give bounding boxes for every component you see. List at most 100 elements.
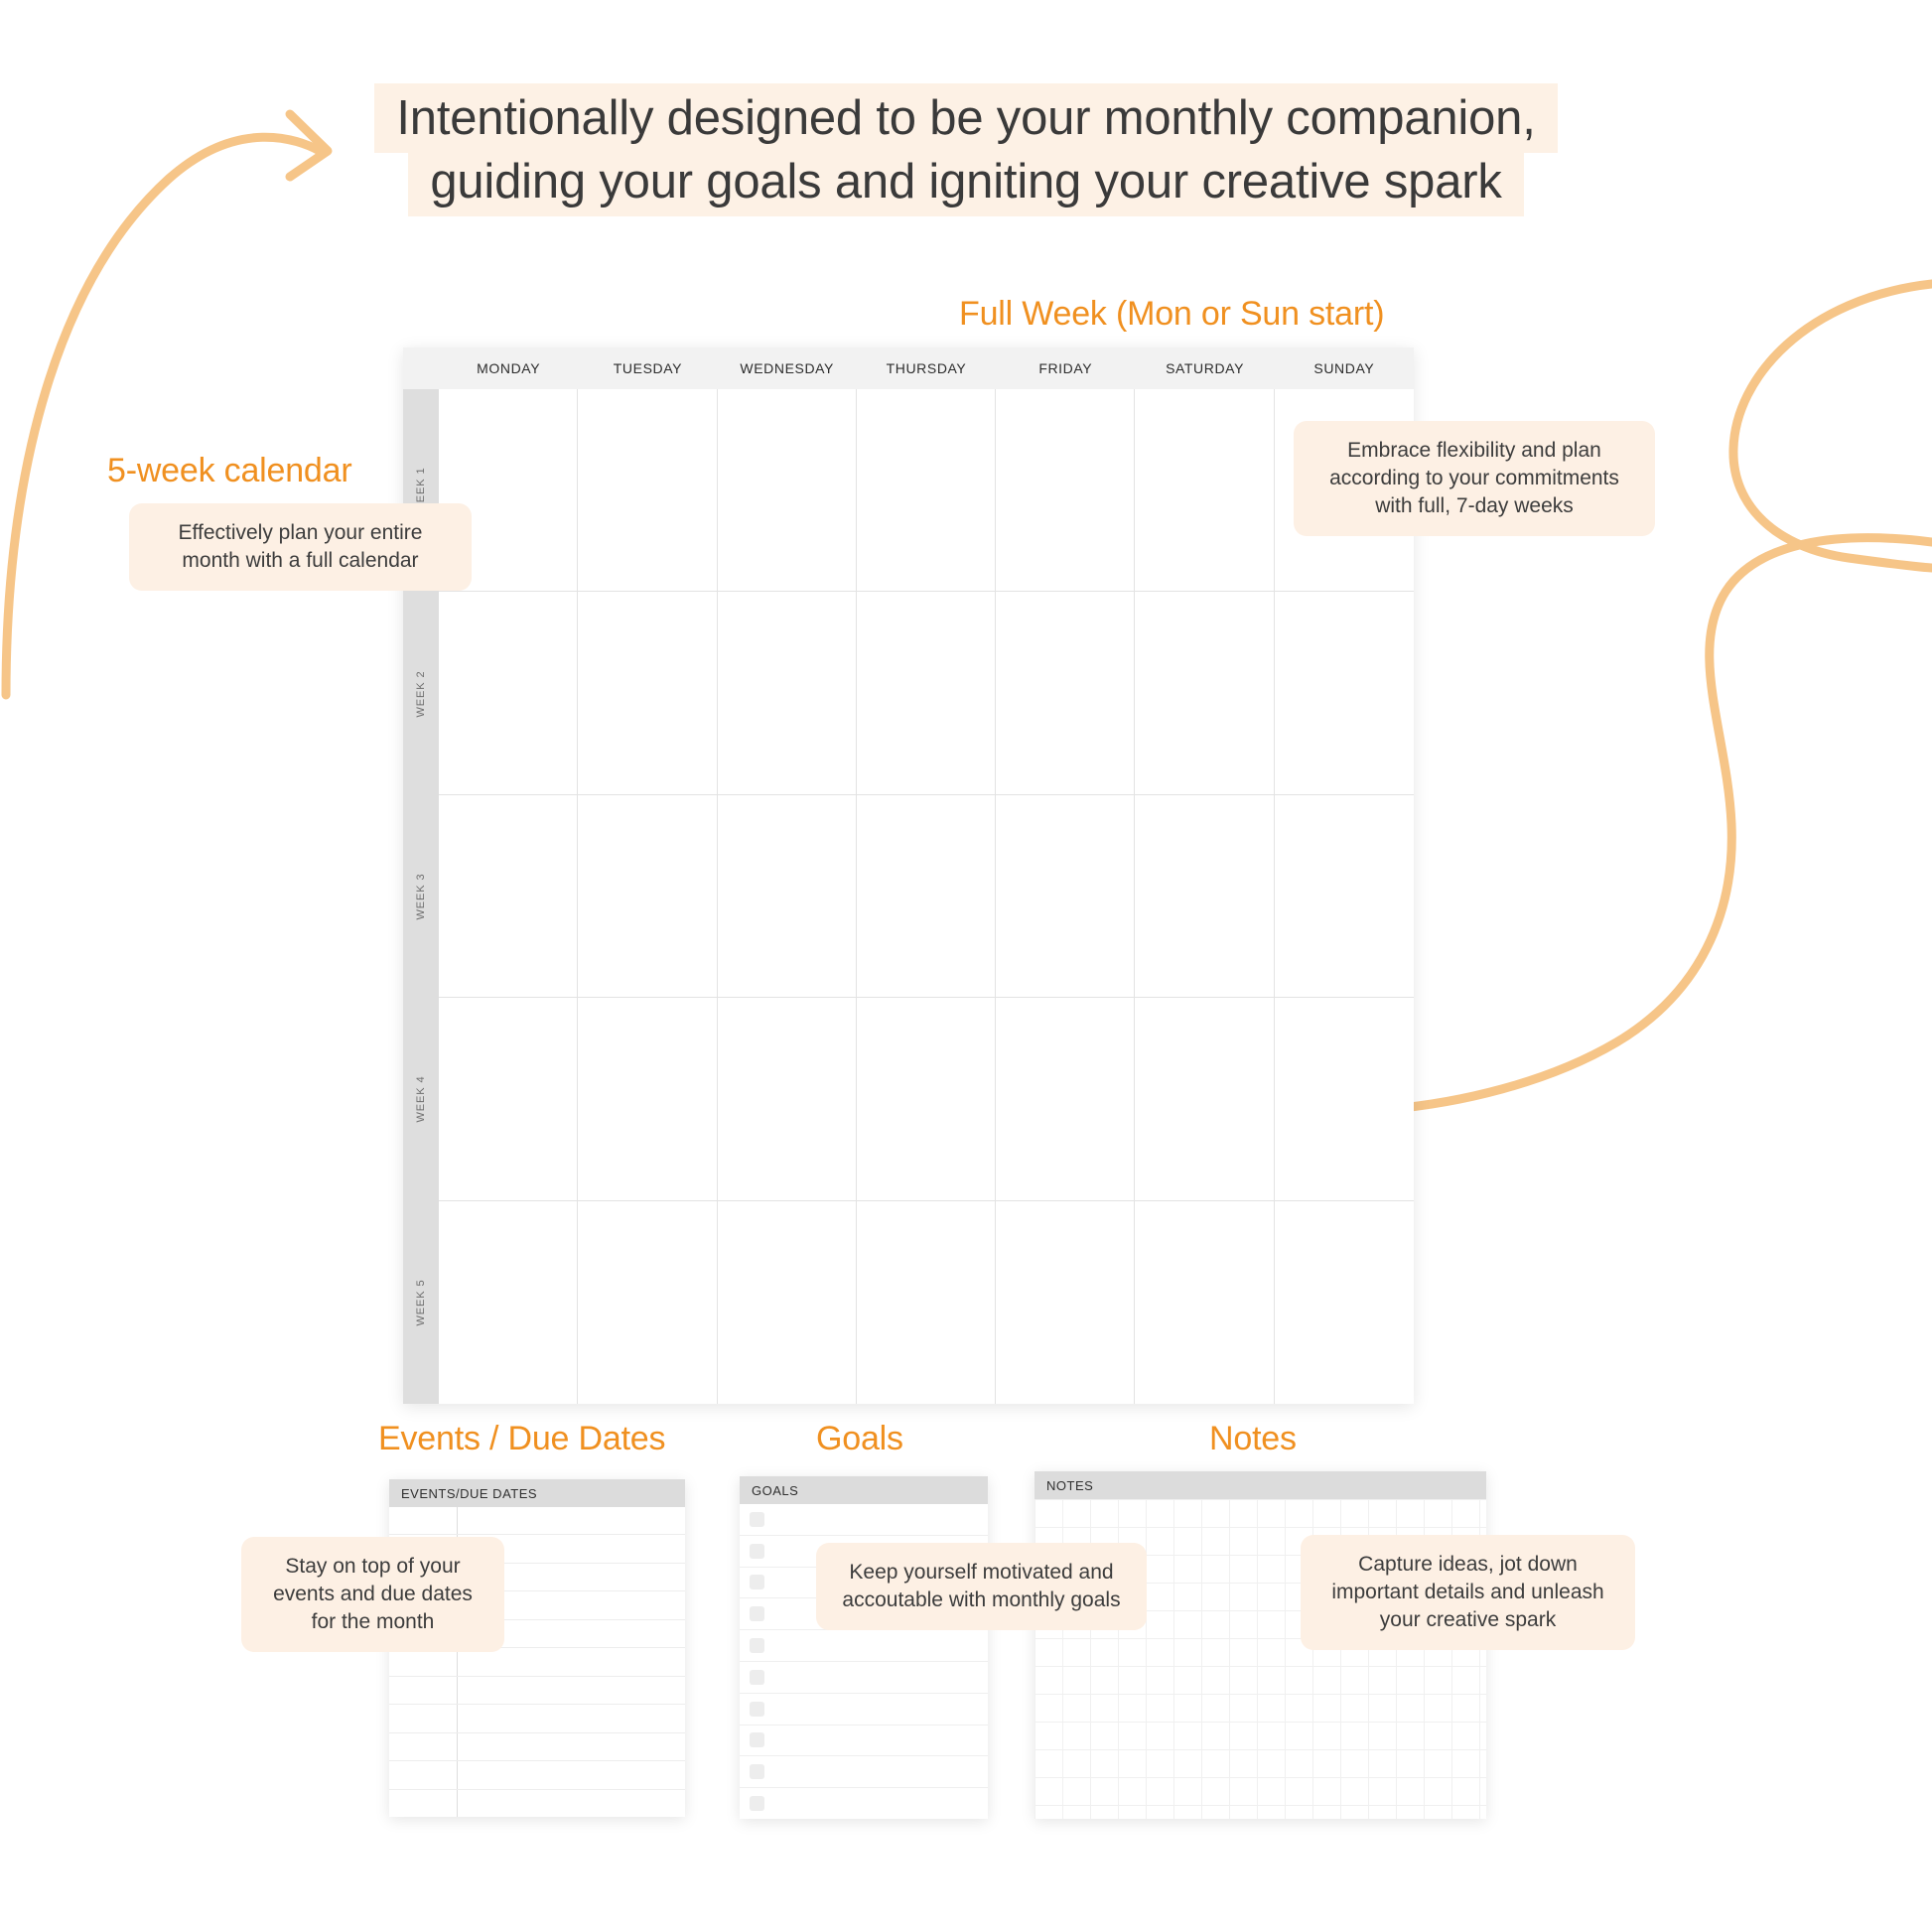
events-date-cell[interactable]	[389, 1648, 458, 1676]
calendar-day-header-monday: MONDAY	[477, 360, 541, 376]
calendar-day-cell[interactable]	[439, 592, 579, 795]
calendar-day-cell[interactable]	[996, 794, 1136, 999]
goal-checkbox[interactable]	[750, 1701, 764, 1717]
calendar-day-cell[interactable]	[578, 998, 718, 1201]
calendar-day-cell[interactable]	[1135, 592, 1275, 795]
calendar-day-cell[interactable]	[856, 1200, 997, 1404]
calendar-day-cell[interactable]	[1274, 998, 1414, 1201]
calendar-day-cell[interactable]	[1274, 794, 1414, 999]
calendar-day-cell[interactable]	[996, 389, 1136, 593]
calendar-day-cell[interactable]	[1135, 998, 1275, 1201]
calendar-day-header-saturday: SATURDAY	[1166, 360, 1245, 376]
goals-row[interactable]	[740, 1694, 988, 1725]
callout-goals: Keep yourself motivated and accoutable w…	[816, 1543, 1147, 1630]
events-row[interactable]	[389, 1705, 685, 1733]
curved-arrow-icon	[1, 132, 325, 700]
events-row[interactable]	[389, 1676, 685, 1706]
calendar-spine-header-spacer	[403, 347, 439, 389]
calendar-day-cell[interactable]	[439, 998, 579, 1201]
calendar-day-cell[interactable]	[717, 794, 857, 999]
events-text-cell[interactable]	[458, 1790, 685, 1817]
events-row[interactable]	[389, 1648, 685, 1677]
goal-checkbox[interactable]	[750, 1764, 764, 1780]
events-row[interactable]	[389, 1761, 685, 1790]
calendar-week-label-week-5: WEEK 5	[415, 1279, 427, 1326]
calendar-day-cell[interactable]	[996, 1200, 1136, 1404]
monthly-calendar-sheet[interactable]: MONDAY TUESDAY WEDNESDAY THURSDAY FRIDAY SATU…	[403, 347, 1414, 1404]
events-row[interactable]	[389, 1732, 685, 1762]
calendar-day-cell[interactable]	[717, 592, 857, 795]
events-text-cell[interactable]	[458, 1648, 685, 1675]
calendar-day-header-wednesday: WEDNESDAY	[740, 360, 834, 376]
goal-checkbox[interactable]	[750, 1511, 764, 1527]
calendar-body: WEEK 1 WEEK 2 WEEK 3 WEEK 4 WEEK 5	[403, 389, 1414, 1404]
calendar-day-cell[interactable]	[578, 389, 718, 593]
calendar-day-header-sunday: SUNDAY	[1313, 360, 1375, 376]
events-date-cell[interactable]	[389, 1789, 458, 1817]
goals-row[interactable]	[740, 1756, 988, 1789]
goals-row[interactable]	[740, 1725, 988, 1757]
goals-card[interactable]: GOALS	[740, 1476, 988, 1819]
goals-row[interactable]	[740, 1662, 988, 1694]
calendar-day-cell[interactable]	[1135, 389, 1275, 593]
calendar-day-cell[interactable]	[996, 998, 1136, 1201]
goal-checkbox[interactable]	[750, 1669, 764, 1685]
goal-checkbox[interactable]	[750, 1575, 764, 1590]
events-date-cell[interactable]	[389, 1676, 458, 1705]
calendar-day-cell[interactable]	[717, 998, 857, 1201]
events-date-cell[interactable]	[389, 1507, 458, 1535]
calendar-week-label-week-2: WEEK 2	[415, 670, 427, 718]
calendar-day-cell[interactable]	[717, 389, 857, 593]
goal-checkbox[interactable]	[750, 1638, 764, 1654]
calendar-day-cell[interactable]	[856, 998, 997, 1201]
calendar-day-cell[interactable]	[578, 1200, 718, 1404]
events-date-cell[interactable]	[389, 1732, 458, 1761]
callout-seven-day-weeks: Embrace flexibility and plan according t…	[1294, 421, 1655, 536]
events-date-cell[interactable]	[389, 1705, 458, 1732]
calendar-day-cell[interactable]	[578, 794, 718, 999]
calendar-day-grid[interactable]	[439, 389, 1414, 1404]
goals-row[interactable]	[740, 1504, 988, 1536]
page-canvas: Intentionally designed to be your monthl…	[0, 0, 1932, 1932]
calendar-day-cell[interactable]	[578, 592, 718, 795]
events-text-cell[interactable]	[458, 1677, 685, 1704]
section-label-full-week: Full Week (Mon or Sun start)	[959, 295, 1385, 333]
goals-row[interactable]	[740, 1630, 988, 1662]
callout-events: Stay on top of your events and due dates…	[241, 1537, 504, 1652]
calendar-week-label-week-4: WEEK 4	[415, 1075, 427, 1123]
calendar-day-cell[interactable]	[856, 794, 997, 999]
events-text-cell[interactable]	[458, 1705, 685, 1731]
calendar-day-cell[interactable]	[1135, 794, 1275, 999]
goals-row[interactable]	[740, 1788, 988, 1819]
goal-checkbox[interactable]	[750, 1732, 764, 1748]
notes-card-header: NOTES	[1035, 1471, 1486, 1499]
goal-checkbox[interactable]	[750, 1606, 764, 1622]
callout-notes: Capture ideas, jot down important detail…	[1301, 1535, 1635, 1650]
loop-swirl-icon	[1728, 279, 1932, 573]
calendar-day-cell[interactable]	[856, 592, 997, 795]
goal-checkbox[interactable]	[750, 1796, 764, 1812]
calendar-day-cell[interactable]	[856, 389, 997, 593]
page-title-line-2: guiding your goals and igniting your cre…	[408, 146, 1524, 216]
events-date-cell[interactable]	[389, 1761, 458, 1789]
section-label-goals: Goals	[816, 1420, 903, 1457]
calendar-week-label-week-3: WEEK 3	[415, 873, 427, 920]
calendar-day-cell[interactable]	[439, 794, 579, 999]
calendar-day-cell[interactable]	[1274, 1200, 1414, 1404]
calendar-day-cell[interactable]	[1135, 1200, 1275, 1404]
calendar-day-cell[interactable]	[996, 592, 1136, 795]
calendar-day-cell[interactable]	[439, 1200, 579, 1404]
events-text-cell[interactable]	[458, 1507, 685, 1534]
goal-checkbox[interactable]	[750, 1543, 764, 1559]
section-label-notes: Notes	[1209, 1420, 1297, 1457]
events-text-cell[interactable]	[458, 1733, 685, 1760]
goals-card-header: GOALS	[740, 1476, 988, 1504]
calendar-day-header-friday: FRIDAY	[1038, 360, 1093, 376]
callout-five-week-calendar: Effectively plan your entire month with …	[129, 503, 472, 591]
events-text-cell[interactable]	[458, 1761, 685, 1788]
events-row[interactable]	[389, 1507, 685, 1536]
calendar-day-cell[interactable]	[717, 1200, 857, 1404]
section-label-events-due-dates: Events / Due Dates	[378, 1420, 666, 1457]
events-row[interactable]	[389, 1789, 685, 1817]
calendar-day-cell[interactable]	[1274, 592, 1414, 795]
